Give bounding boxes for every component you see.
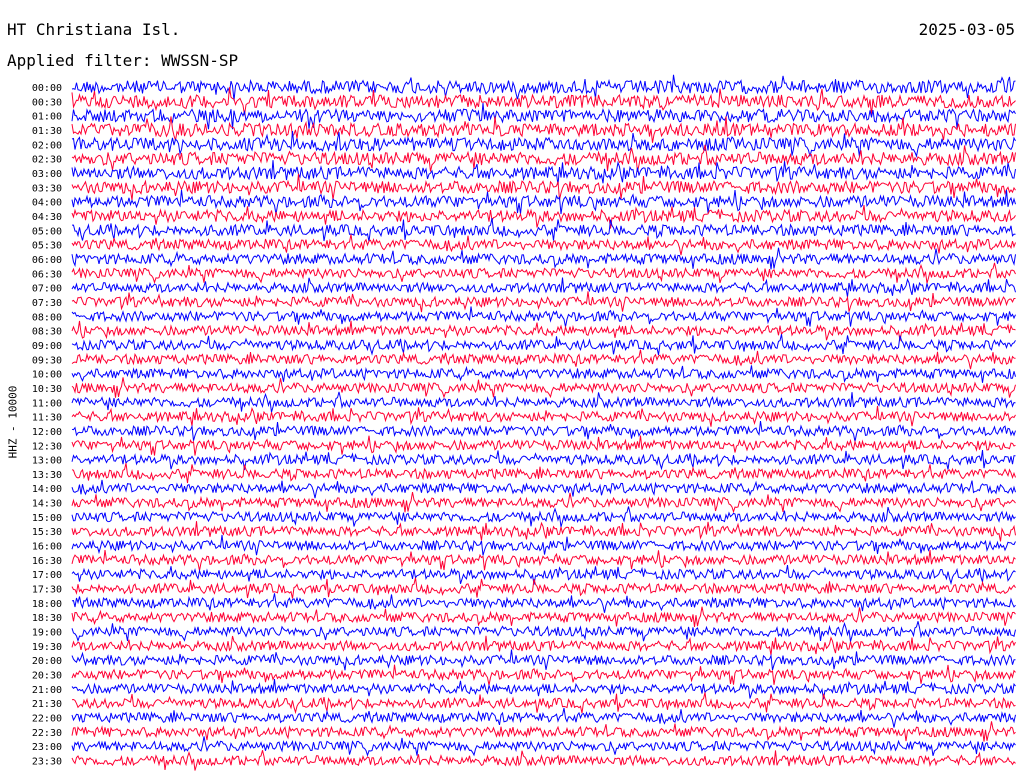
time-label: 14:30: [32, 499, 62, 510]
seismic-trace: [71, 721, 1016, 742]
seismic-trace: [71, 664, 1016, 686]
time-label: 01:30: [32, 126, 62, 137]
seismic-trace: [71, 492, 1016, 514]
seismic-trace: [71, 736, 1016, 757]
time-label: 15:30: [32, 527, 62, 538]
seismic-trace: [71, 534, 1016, 556]
seismic-trace: [71, 593, 1016, 613]
seismic-trace: [71, 320, 1016, 342]
seismic-trace: [71, 550, 1016, 571]
channel-axis-label: HHZ - 10000: [6, 385, 20, 459]
station-name: HT Christiana Isl.: [7, 20, 181, 39]
seismic-trace: [71, 635, 1016, 656]
time-label: 10:30: [32, 384, 62, 395]
time-label: 01:00: [32, 112, 62, 123]
time-label: 19:00: [32, 628, 62, 639]
seismic-trace: [72, 217, 1016, 242]
time-label: 13:30: [32, 470, 62, 481]
seismic-trace: [71, 450, 1016, 471]
seismic-trace: [71, 234, 1016, 256]
time-label: 05:00: [32, 226, 62, 237]
seismic-trace: [71, 679, 1016, 700]
seismic-trace: [71, 479, 1016, 499]
time-label: 20:30: [32, 671, 62, 682]
time-label: 07:00: [32, 284, 62, 295]
filter-label: Applied filter: WWSSN-SP: [7, 51, 239, 70]
seismic-trace: [71, 349, 1016, 370]
seismic-trace: [71, 606, 1016, 627]
seismic-trace: [71, 463, 1016, 484]
time-label: 14:00: [32, 484, 62, 495]
seismic-trace: [71, 306, 1016, 327]
time-label: 12:30: [32, 441, 62, 452]
seismic-trace: [71, 506, 1016, 528]
time-label: 08:00: [32, 312, 62, 323]
seismic-trace: [71, 521, 1016, 542]
seismic-trace: [71, 565, 1016, 586]
seismic-trace: [71, 334, 1016, 356]
time-label: 04:00: [32, 198, 62, 209]
time-label: 21:00: [32, 685, 62, 696]
seismic-trace: [71, 173, 1016, 201]
helicorder-plot: 00:00 00:30 01:00 01:30 02:00 02:30 03:00 03:30…: [32, 74, 1016, 771]
seismic-trace: [71, 692, 1016, 715]
time-label: 13:00: [32, 456, 62, 467]
time-label: 18:00: [32, 599, 62, 610]
time-label: 11:00: [32, 398, 62, 409]
seismic-trace: [71, 421, 1016, 442]
time-label: 00:00: [32, 83, 62, 94]
seismic-trace: [71, 160, 1016, 185]
time-label: 16:30: [32, 556, 62, 567]
time-label: 03:30: [32, 183, 62, 194]
time-label: 06:30: [32, 269, 62, 280]
time-label: 11:30: [32, 413, 62, 424]
seismic-trace: [71, 649, 1016, 671]
time-label: 17:00: [32, 570, 62, 581]
seismic-trace: [71, 577, 1016, 599]
seismic-trace: [71, 377, 1016, 399]
time-label: 03:00: [32, 169, 62, 180]
seismic-trace: [71, 262, 1016, 285]
time-label: 15:00: [32, 513, 62, 524]
time-label: 16:00: [32, 542, 62, 553]
time-label: 09:30: [32, 355, 62, 366]
seismic-trace: [71, 291, 1016, 313]
time-label: 07:30: [32, 298, 62, 309]
time-label: 05:30: [32, 241, 62, 252]
time-label: 00:30: [32, 97, 62, 108]
time-label: 12:00: [32, 427, 62, 438]
time-label: 22:30: [32, 728, 62, 739]
seismic-trace: [71, 391, 1016, 413]
time-label: 23:30: [32, 757, 62, 768]
time-label: 22:00: [32, 714, 62, 725]
seismic-trace: [71, 277, 1016, 298]
time-label: 04:30: [32, 212, 62, 223]
time-label: 23:00: [32, 742, 62, 753]
time-label: 06:00: [32, 255, 62, 266]
time-label: 18:30: [32, 613, 62, 624]
seismic-trace: [71, 247, 1016, 270]
seismic-trace: [71, 189, 1016, 215]
time-label: 19:30: [32, 642, 62, 653]
time-label: 17:30: [32, 585, 62, 596]
seismic-trace: [71, 74, 1016, 101]
time-label: 02:00: [32, 140, 62, 151]
time-label: 21:30: [32, 699, 62, 710]
seismic-trace: [71, 365, 1016, 383]
seismic-trace: [71, 621, 1016, 643]
seismic-trace: [71, 405, 1016, 427]
time-label: 10:00: [32, 370, 62, 381]
time-label: 20:00: [32, 656, 62, 667]
seismic-trace: [71, 707, 1016, 728]
seismic-trace: [71, 435, 1016, 456]
time-label: 09:00: [32, 341, 62, 352]
seismic-trace: [71, 144, 1016, 173]
time-label: 02:30: [32, 155, 62, 166]
record-date: 2025-03-05: [918, 20, 1015, 39]
time-label: 08:30: [32, 327, 62, 338]
